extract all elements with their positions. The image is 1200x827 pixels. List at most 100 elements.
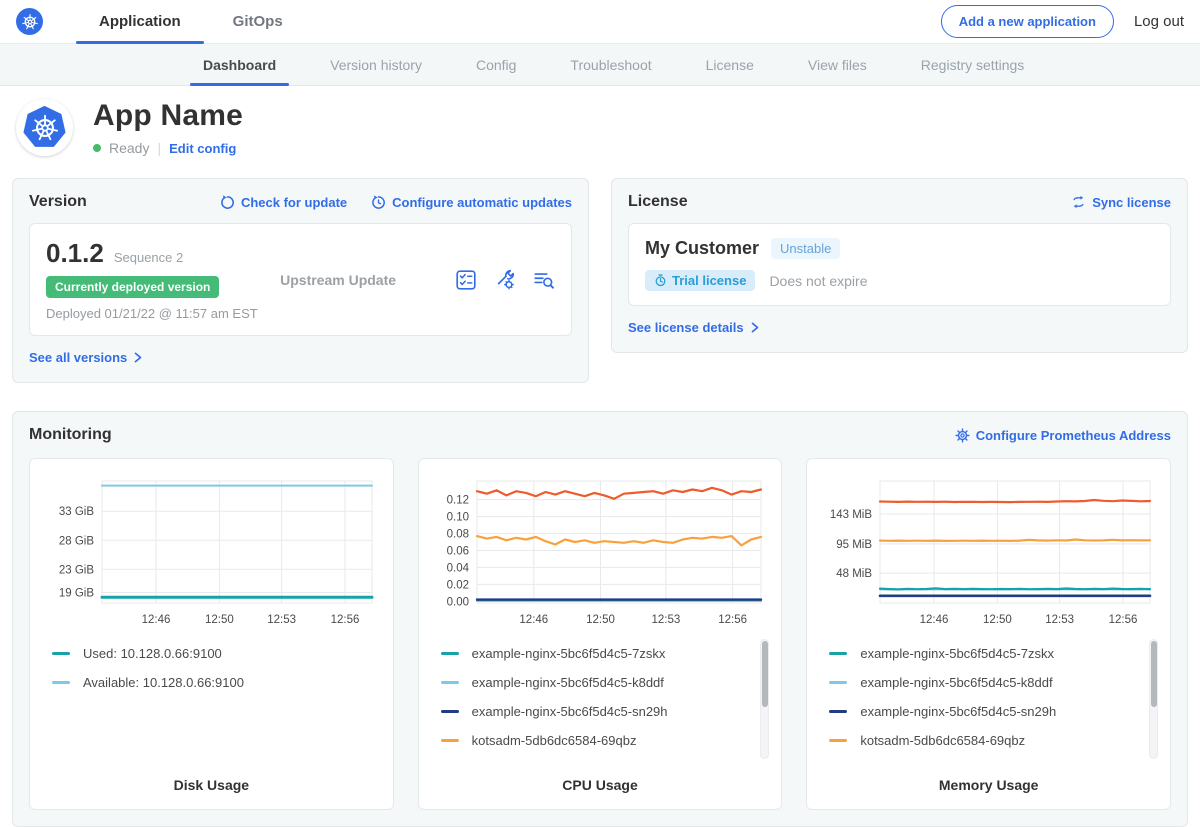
chart-panel-disk-usage: 33 GiB28 GiB23 GiB19 GiB12:4612:5012:531…: [29, 458, 394, 810]
topnav-tab-application[interactable]: Application: [73, 0, 207, 43]
topnav-tab-gitops[interactable]: GitOps: [207, 0, 309, 43]
charts-row: 33 GiB28 GiB23 GiB19 GiB12:4612:5012:531…: [29, 458, 1171, 810]
edit-config-link[interactable]: Edit config: [169, 141, 236, 156]
legend-dash-icon: [52, 681, 70, 684]
legend-dash-icon: [441, 652, 459, 655]
legend-label: example-nginx-5bc6f5d4c5-k8ddf: [860, 675, 1052, 690]
configure-automatic-updates-link[interactable]: Configure automatic updates: [371, 195, 572, 210]
license-type-label: Trial license: [672, 273, 746, 288]
see-license-details-link[interactable]: See license details: [628, 320, 760, 335]
svg-text:12:50: 12:50: [983, 614, 1012, 626]
legend-scrollbar-thumb[interactable]: [762, 641, 768, 707]
check-for-update-label: Check for update: [241, 195, 347, 210]
legend-dash-icon: [829, 681, 847, 684]
line-chart-svg: 33 GiB28 GiB23 GiB19 GiB12:4612:5012:531…: [44, 473, 378, 631]
chart-panel-memory-usage: 143 MiB95 MiB48 MiB12:4612:5012:5312:56 …: [806, 458, 1171, 810]
svg-text:12:53: 12:53: [652, 614, 681, 626]
topnav-tab-label: GitOps: [233, 13, 283, 30]
tab-version-history[interactable]: Version history: [303, 44, 449, 85]
configure-prometheus-link[interactable]: Configure Prometheus Address: [955, 428, 1171, 443]
chart-title: Disk Usage: [40, 777, 383, 793]
svg-text:19 GiB: 19 GiB: [59, 588, 94, 600]
legend-label: example-nginx-5bc6f5d4c5-sn29h: [472, 704, 668, 719]
kubernetes-logo-icon: [16, 8, 43, 35]
update-type-label: Upstream Update: [280, 272, 455, 288]
legend-item: Available: 10.128.0.66:9100: [52, 668, 383, 697]
top-nav: Application GitOps Add a new application…: [0, 0, 1200, 44]
chart-legend: example-nginx-5bc6f5d4c5-7zskx example-ng…: [817, 639, 1160, 765]
topnav-tab-label: Application: [99, 13, 181, 30]
legend-dash-icon: [829, 710, 847, 713]
check-for-update-link[interactable]: Check for update: [220, 195, 347, 210]
tab-view-files[interactable]: View files: [781, 44, 894, 85]
svg-text:12:56: 12:56: [718, 614, 747, 626]
legend-label: example-nginx-5bc6f5d4c5-sn29h: [860, 704, 1056, 719]
legend-scrollbar-thumb[interactable]: [1151, 641, 1157, 707]
license-card-title: License: [628, 193, 688, 211]
legend-label: kotsadm-5db6dc6584-69qbz: [860, 733, 1025, 748]
preflight-checks-icon[interactable]: [455, 269, 477, 291]
legend-dash-icon: [829, 739, 847, 742]
chart-panel-cpu-usage: 0.120.100.080.060.040.020.0012:4612:5012…: [418, 458, 783, 810]
legend-item: example-nginx-5bc6f5d4c5-7zskx: [441, 639, 772, 668]
tab-config[interactable]: Config: [449, 44, 543, 85]
kubernetes-heptagon-icon: [22, 105, 67, 150]
app-logo[interactable]: [16, 0, 43, 43]
legend-scrollbar-track[interactable]: [760, 639, 769, 759]
legend-scrollbar-track[interactable]: [1149, 639, 1158, 759]
svg-text:48 MiB: 48 MiB: [836, 568, 872, 580]
diff-logs-search-icon[interactable]: [533, 269, 555, 291]
tab-label: Version history: [330, 57, 422, 73]
legend-item: example-nginx-5bc6f5d4c5-7zskx: [829, 639, 1160, 668]
channel-badge: Unstable: [771, 238, 840, 259]
page-title: App Name: [93, 99, 243, 133]
svg-text:23 GiB: 23 GiB: [59, 564, 94, 576]
app-sub-nav: Dashboard Version history Config Trouble…: [0, 44, 1200, 86]
tab-label: Config: [476, 57, 516, 73]
license-card: License Sync license My Customer Unstabl…: [611, 178, 1188, 353]
line-chart-svg: 0.120.100.080.060.040.020.0012:4612:5012…: [433, 473, 767, 631]
svg-text:0.12: 0.12: [447, 495, 469, 507]
legend-dash-icon: [52, 652, 70, 655]
current-version-panel: 0.1.2 Sequence 2 Currently deployed vers…: [29, 223, 572, 336]
legend-label: kotsadm-5db6dc6584-69qbz: [472, 733, 637, 748]
stopwatch-icon: [654, 274, 667, 287]
kubernetes-wheel-icon: [21, 13, 39, 31]
config-wrench-icon[interactable]: [494, 269, 516, 291]
memory-usage-chart: 143 MiB95 MiB48 MiB12:4612:5012:5312:56: [817, 473, 1160, 631]
legend-label: Available: 10.128.0.66:9100: [83, 675, 244, 690]
customer-name: My Customer: [645, 238, 759, 259]
tab-troubleshoot[interactable]: Troubleshoot: [543, 44, 678, 85]
add-application-button[interactable]: Add a new application: [941, 5, 1114, 38]
license-type-badge: Trial license: [645, 270, 755, 291]
legend-item: Used: 10.128.0.66:9100: [52, 639, 383, 668]
disk-usage-chart: 33 GiB28 GiB23 GiB19 GiB12:4612:5012:531…: [40, 473, 383, 631]
legend-item: example-nginx-5bc6f5d4c5-k8ddf: [441, 668, 772, 697]
svg-text:12:56: 12:56: [1108, 614, 1137, 626]
chart-legend: Used: 10.128.0.66:9100 Available: 10.128.…: [40, 639, 383, 765]
see-all-versions-label: See all versions: [29, 350, 127, 365]
clock-refresh-icon: [371, 195, 386, 210]
svg-text:12:46: 12:46: [519, 614, 548, 626]
line-chart-svg: 143 MiB95 MiB48 MiB12:4612:5012:5312:56: [822, 473, 1156, 631]
tab-label: View files: [808, 57, 867, 73]
logout-button[interactable]: Log out: [1134, 13, 1184, 30]
gear-icon: [955, 428, 970, 443]
tab-dashboard[interactable]: Dashboard: [176, 44, 303, 85]
legend-dash-icon: [829, 652, 847, 655]
sync-license-link[interactable]: Sync license: [1071, 195, 1171, 210]
tab-license[interactable]: License: [679, 44, 781, 85]
monitoring-title: Monitoring: [29, 426, 112, 444]
configure-prometheus-label: Configure Prometheus Address: [976, 428, 1171, 443]
svg-text:12:46: 12:46: [142, 614, 171, 626]
chart-title: CPU Usage: [429, 777, 772, 793]
svg-text:12:50: 12:50: [586, 614, 615, 626]
see-all-versions-link[interactable]: See all versions: [29, 350, 143, 365]
chart-legend: example-nginx-5bc6f5d4c5-7zskxexample-ng…: [429, 639, 772, 765]
tab-label: Registry settings: [921, 57, 1024, 73]
svg-text:12:53: 12:53: [268, 614, 297, 626]
tab-registry-settings[interactable]: Registry settings: [894, 44, 1051, 85]
license-panel: My Customer Unstable Trial license Does …: [628, 223, 1171, 306]
svg-text:0.10: 0.10: [447, 512, 469, 524]
deployed-timestamp: Deployed 01/21/22 @ 11:57 am EST: [46, 306, 280, 321]
